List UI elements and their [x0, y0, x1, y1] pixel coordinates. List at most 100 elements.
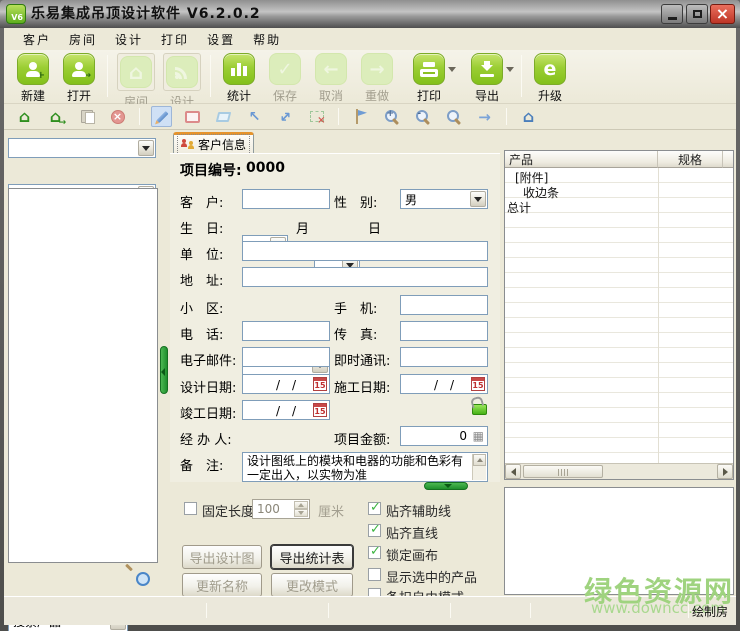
table-hscrollbar[interactable]	[505, 463, 733, 479]
customer-input[interactable]	[242, 189, 330, 209]
zoom-out-button[interactable]: -	[412, 106, 433, 127]
chevron-down-icon[interactable]	[470, 191, 486, 207]
table-header: 产品 规格	[505, 151, 733, 168]
toolbar-separator	[338, 108, 339, 125]
build-date-input[interactable]: / / 15	[400, 374, 488, 394]
gender-select[interactable]: 男	[400, 189, 488, 209]
open-button[interactable]: 打开	[56, 53, 102, 104]
snap-line-checkbox[interactable]	[368, 524, 381, 537]
print-dropdown-icon[interactable]	[448, 67, 456, 72]
design-date-label: 设计日期:	[180, 377, 236, 396]
customer-label: 客 户:	[180, 192, 223, 211]
app-window: V6 乐易集成吊顶设计软件 V6.2.0.2 客户 房间 设计 打印 设置 帮助…	[0, 0, 740, 631]
tab-customer-info[interactable]: 客户信息	[173, 132, 254, 153]
zoom-reset-button[interactable]	[443, 106, 464, 127]
phone-label: 电 话:	[180, 324, 223, 343]
maximize-button[interactable]	[686, 4, 708, 24]
scroll-up-icon[interactable]	[473, 454, 486, 466]
calendar-icon[interactable]: 15	[313, 377, 327, 391]
title-bar: V6 乐易集成吊顶设计软件 V6.2.0.2	[0, 0, 740, 28]
address-input[interactable]	[242, 267, 488, 287]
remark-textarea[interactable]: 设计图纸上的模块和电器的功能和色彩有一定出入，以实物为准	[242, 452, 488, 482]
email-label: 电子邮件:	[180, 350, 236, 369]
close-button[interactable]	[710, 4, 735, 24]
remark-scrollbar[interactable]	[472, 454, 486, 480]
menu-room[interactable]: 房间	[60, 31, 106, 48]
upgrade-button[interactable]: 升级	[527, 53, 573, 104]
length-value: 100	[257, 502, 280, 516]
table-body[interactable]: [附件] 收边条 总计	[505, 168, 733, 463]
edit-toolbar: + -	[4, 104, 736, 130]
tab-customer-label: 客户信息	[198, 136, 246, 153]
stats-button[interactable]: 统计	[216, 53, 262, 104]
lock-icon[interactable]	[472, 404, 487, 415]
home-icon	[129, 62, 143, 82]
home-export-button[interactable]	[45, 106, 66, 127]
resize-tool-button[interactable]	[275, 106, 296, 127]
chevron-down-icon[interactable]	[138, 140, 154, 156]
new-button[interactable]: 新建	[10, 53, 56, 104]
scroll-left-icon[interactable]	[505, 464, 521, 479]
calendar-icon[interactable]: 15	[471, 377, 485, 391]
col-product[interactable]: 产品	[505, 151, 658, 168]
menu-print[interactable]: 打印	[152, 31, 198, 48]
snap-guide-checkbox[interactable]	[368, 502, 381, 515]
design-date-input[interactable]: / / 15	[242, 374, 330, 394]
redo-label: 重做	[365, 87, 389, 104]
menu-customer[interactable]: 客户	[14, 31, 60, 48]
finish-date-input[interactable]: / / 15	[242, 400, 330, 420]
flag-button[interactable]	[350, 106, 371, 127]
product-list[interactable]	[8, 188, 158, 563]
menu-design[interactable]: 设计	[106, 31, 152, 48]
new-label: 新建	[21, 87, 45, 104]
stepper-down-icon[interactable]	[294, 509, 308, 517]
export-dropdown-icon[interactable]	[506, 67, 514, 72]
fax-label: 传 真:	[334, 324, 377, 343]
export-design-button: 导出设计图	[182, 545, 262, 569]
calculator-icon[interactable]	[473, 429, 484, 443]
amount-input[interactable]: 0	[400, 426, 488, 446]
menu-bar: 客户 房间 设计 打印 设置 帮助	[4, 28, 736, 50]
printer-icon	[420, 62, 438, 77]
fax-input[interactable]	[400, 321, 488, 341]
pencil-tool-button[interactable]	[151, 106, 172, 127]
fixed-length-checkbox[interactable]	[184, 502, 197, 515]
scroll-right-icon[interactable]	[717, 464, 733, 479]
calendar-icon[interactable]: 15	[313, 403, 327, 417]
bottom-splitter-handle[interactable]	[424, 482, 468, 490]
print-button[interactable]: 打印	[400, 53, 458, 104]
print-label: 打印	[417, 87, 441, 104]
im-input[interactable]	[400, 347, 488, 367]
home-view-button[interactable]	[518, 106, 539, 127]
category-select-1[interactable]	[8, 138, 156, 158]
polygon-tool-button[interactable]	[213, 106, 234, 127]
lock-canvas-checkbox[interactable]	[368, 546, 381, 559]
zoom-in-button[interactable]: +	[381, 106, 402, 127]
forward-button[interactable]	[474, 106, 495, 127]
left-splitter-handle[interactable]	[160, 346, 168, 394]
company-input[interactable]	[242, 241, 488, 261]
mobile-input[interactable]	[400, 295, 488, 315]
export-button[interactable]: 导出	[458, 53, 516, 104]
amount-label: 项目金额:	[334, 429, 390, 448]
upgrade-e-icon	[544, 58, 557, 80]
rectangle-tool-button[interactable]	[182, 106, 203, 127]
scroll-thumb[interactable]	[523, 465, 603, 478]
select-tool-button[interactable]	[244, 106, 265, 127]
zoom-in-icon: +	[384, 109, 400, 125]
table-row[interactable]: 总计	[507, 199, 531, 216]
menu-settings[interactable]: 设置	[198, 31, 244, 48]
stepper-up-icon[interactable]	[294, 501, 308, 509]
phone-input[interactable]	[242, 321, 330, 341]
export-stats-button[interactable]: 导出统计表	[271, 545, 353, 569]
design-signal-icon	[174, 65, 191, 80]
home-room-button[interactable]	[14, 106, 35, 127]
download-icon	[479, 61, 495, 77]
length-stepper[interactable]: 100	[252, 499, 310, 519]
menu-help[interactable]: 帮助	[244, 31, 290, 48]
minimize-button[interactable]	[661, 4, 683, 24]
show-selected-checkbox[interactable]	[368, 568, 381, 581]
save-button: 保存	[262, 53, 308, 104]
col-spec[interactable]: 规格	[658, 151, 723, 168]
email-input[interactable]	[242, 347, 330, 367]
